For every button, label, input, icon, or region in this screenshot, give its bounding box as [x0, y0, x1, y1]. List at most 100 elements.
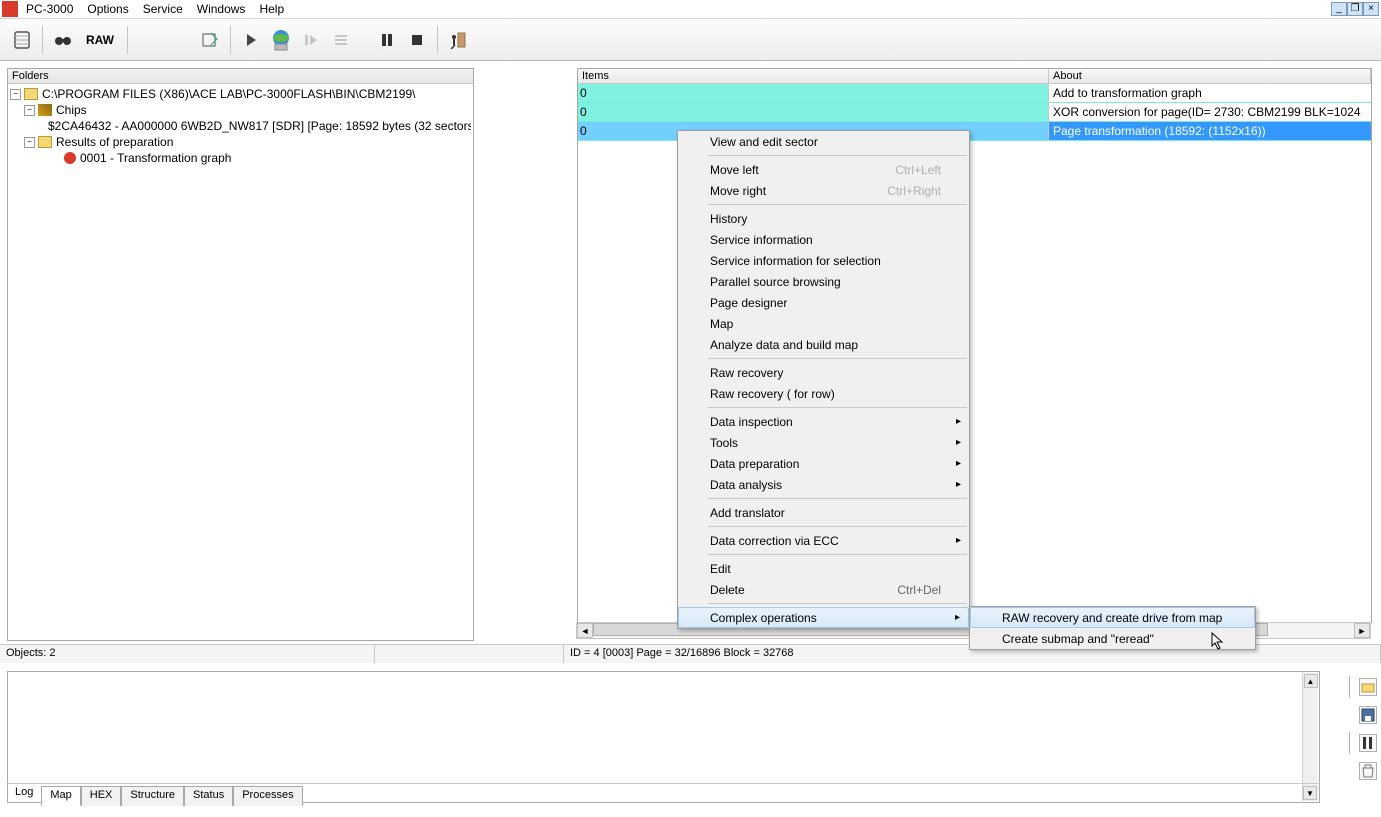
scroll-left-icon[interactable]: ◄: [577, 623, 593, 638]
globe-icon[interactable]: [267, 25, 295, 55]
scroll-icon[interactable]: [8, 25, 36, 55]
toolbar-separator: [230, 26, 231, 54]
open-icon[interactable]: [1359, 678, 1377, 696]
menu-item[interactable]: Data analysis▸: [678, 474, 969, 495]
folder-icon: [38, 136, 52, 148]
tab-structure[interactable]: Structure: [121, 786, 184, 806]
menu-item-label: Map: [710, 317, 733, 331]
tree-root[interactable]: − C:\PROGRAM FILES (X86)\ACE LAB\PC-3000…: [10, 86, 471, 102]
menu-item[interactable]: Page designer: [678, 292, 969, 313]
submenu-arrow-icon: ▸: [956, 437, 961, 448]
chip-icon: [38, 104, 52, 116]
export-icon[interactable]: [196, 25, 224, 55]
menu-item-label: View and edit sector: [710, 135, 818, 149]
pause-icon[interactable]: [373, 25, 401, 55]
context-menu[interactable]: View and edit sectorMove leftCtrl+LeftMo…: [677, 130, 970, 629]
status-mid: [375, 645, 564, 663]
tree-chip-item[interactable]: $2CA46432 - AA000000 6WB2D_NW817 [SDR] […: [10, 118, 471, 134]
menu-item[interactable]: Create submap and "reread": [970, 628, 1255, 649]
tab-status[interactable]: Status: [184, 786, 233, 806]
collapse-icon[interactable]: −: [24, 137, 35, 148]
menu-shortcut: Ctrl+Del: [897, 583, 941, 597]
main-menu: PC-3000 Options Service Windows Help: [24, 2, 284, 16]
menu-item[interactable]: Raw recovery ( for row): [678, 383, 969, 404]
restore-button[interactable]: ❐: [1347, 2, 1363, 16]
bottom-tabs: Log Map HEX Structure Status Processes: [7, 783, 1320, 805]
menu-item[interactable]: Service information: [678, 229, 969, 250]
main-toolbar: RAW: [0, 19, 1381, 61]
column-items[interactable]: Items: [578, 69, 1049, 83]
collapse-icon[interactable]: −: [10, 89, 21, 100]
column-about[interactable]: About: [1049, 69, 1371, 83]
menu-item[interactable]: Map: [678, 313, 969, 334]
tree-label: 0001 - Transformation graph: [80, 151, 231, 165]
cell-about: Add to transformation graph: [1049, 84, 1371, 102]
menu-item: Move leftCtrl+Left: [678, 159, 969, 180]
save-icon[interactable]: [1359, 706, 1377, 724]
scroll-up-icon[interactable]: ▲: [1304, 674, 1318, 688]
tree-chips[interactable]: − Chips: [10, 102, 471, 118]
menu-item-label: Add translator: [710, 506, 785, 520]
menu-item[interactable]: Raw recovery: [678, 362, 969, 383]
menu-pc3000[interactable]: PC-3000: [26, 2, 73, 16]
menu-item-label: Data correction via ECC: [710, 534, 839, 548]
menu-item[interactable]: Data inspection▸: [678, 411, 969, 432]
menu-item[interactable]: Tools▸: [678, 432, 969, 453]
menu-item[interactable]: RAW recovery and create drive from map: [970, 607, 1255, 628]
menu-item[interactable]: Complex operations▸: [678, 607, 969, 628]
menu-separator: [708, 204, 967, 205]
play-icon[interactable]: [237, 25, 265, 55]
menu-help[interactable]: Help: [259, 2, 284, 16]
binoculars-icon[interactable]: [49, 25, 77, 55]
raw-button[interactable]: RAW: [79, 25, 121, 55]
tree-results[interactable]: − Results of preparation: [10, 134, 471, 150]
tree-label: Chips: [56, 103, 87, 117]
step-icon[interactable]: [297, 25, 325, 55]
tab-processes[interactable]: Processes: [233, 786, 302, 806]
tree-graph-item[interactable]: 0001 - Transformation graph: [10, 150, 471, 166]
submenu-arrow-icon: ▸: [956, 479, 961, 490]
tab-map[interactable]: Map: [41, 786, 80, 806]
menu-separator: [708, 498, 967, 499]
menu-separator: [708, 554, 967, 555]
close-button[interactable]: ×: [1363, 2, 1379, 16]
grid-row[interactable]: 0 XOR conversion for page(ID= 2730: CBM2…: [578, 103, 1371, 122]
menu-item: Edit: [678, 558, 969, 579]
tab-hex[interactable]: HEX: [81, 786, 122, 806]
folders-panel: Folders − C:\PROGRAM FILES (X86)\ACE LAB…: [7, 68, 474, 641]
cell-about: Page transformation (18592: (1152x16)): [1049, 122, 1371, 140]
minimize-button[interactable]: _: [1331, 2, 1347, 16]
context-submenu[interactable]: RAW recovery and create drive from mapCr…: [969, 606, 1256, 650]
menu-item[interactable]: Parallel source browsing: [678, 271, 969, 292]
trash-icon[interactable]: [1359, 762, 1377, 780]
menu-shortcut: Ctrl+Right: [887, 184, 941, 198]
menu-item-label: Data preparation: [710, 457, 799, 471]
toolbar-separator: [437, 26, 438, 54]
menu-windows[interactable]: Windows: [197, 2, 246, 16]
menu-item[interactable]: Data correction via ECC▸: [678, 530, 969, 551]
menu-item-label: Analyze data and build map: [710, 338, 858, 352]
log-vscrollbar[interactable]: ▲ ▼: [1302, 673, 1318, 801]
folder-tree[interactable]: − C:\PROGRAM FILES (X86)\ACE LAB\PC-3000…: [8, 84, 473, 168]
menu-item[interactable]: Delete Ctrl+Del: [678, 579, 969, 600]
collapse-icon[interactable]: −: [24, 105, 35, 116]
scroll-right-icon[interactable]: ►: [1354, 623, 1370, 638]
stop-icon[interactable]: [403, 25, 431, 55]
menu-item[interactable]: History: [678, 208, 969, 229]
menu-item-label: Edit: [710, 562, 731, 576]
menu-item-label: History: [710, 212, 747, 226]
rows-icon[interactable]: [327, 25, 355, 55]
menu-service[interactable]: Service: [143, 2, 183, 16]
menu-item-label: Complex operations: [710, 611, 817, 625]
grid-row[interactable]: 0 Add to transformation graph: [578, 84, 1371, 103]
menu-options[interactable]: Options: [87, 2, 128, 16]
pause-small-icon[interactable]: [1359, 734, 1377, 752]
menu-item[interactable]: Data preparation▸: [678, 453, 969, 474]
exit-icon[interactable]: [444, 25, 472, 55]
menu-item[interactable]: Analyze data and build map: [678, 334, 969, 355]
graph-icon: [64, 152, 76, 164]
menu-item[interactable]: View and edit sector: [678, 131, 969, 152]
menu-item[interactable]: Add translator: [678, 502, 969, 523]
menu-item-label: Delete: [710, 583, 745, 597]
menu-item-label: Raw recovery: [710, 366, 783, 380]
